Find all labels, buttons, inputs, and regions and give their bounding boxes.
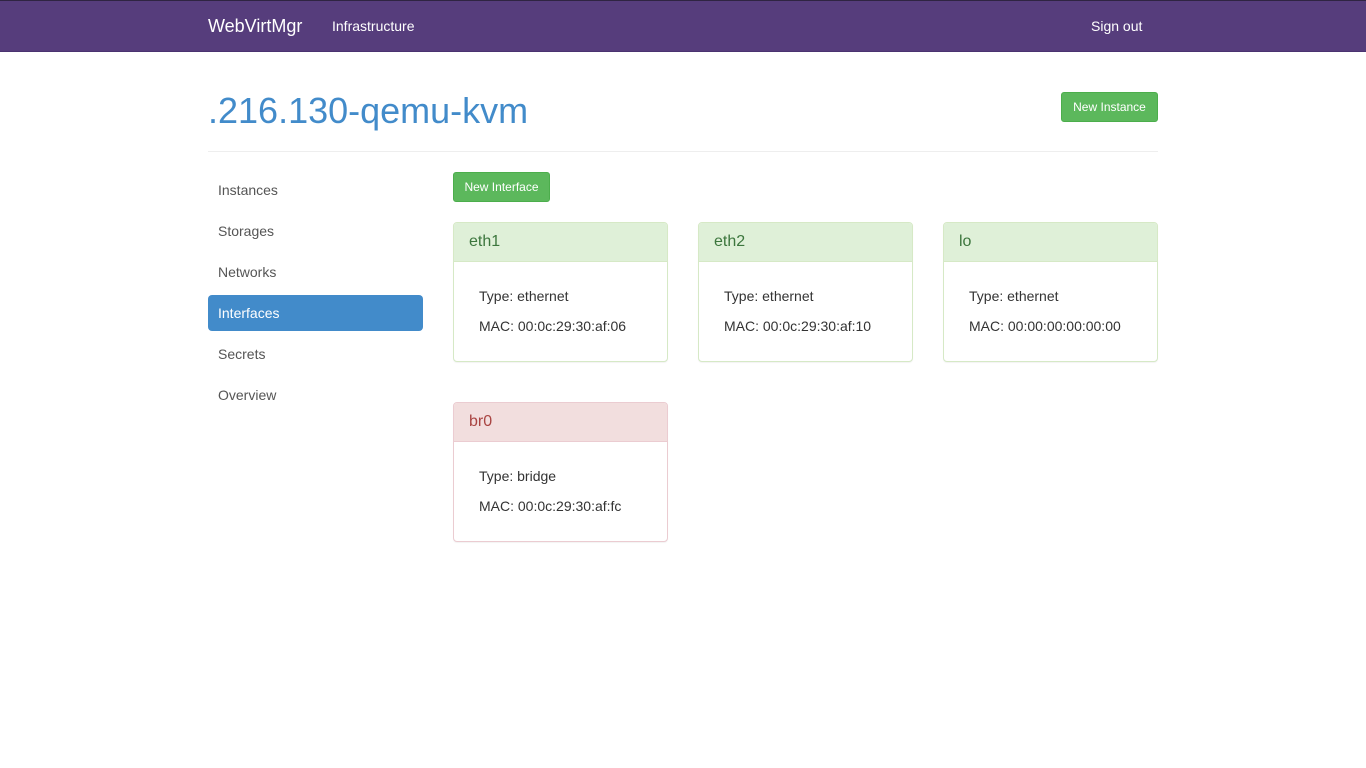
sidebar-item-interfaces[interactable]: Interfaces	[208, 295, 423, 331]
sidebar-item-networks[interactable]: Networks	[208, 254, 423, 290]
interface-type-value: ethernet	[1007, 288, 1059, 304]
interface-name-link[interactable]: eth1	[454, 223, 667, 262]
sign-out-link[interactable]: Sign out	[1091, 18, 1142, 34]
top-navbar: WebVirtMgr Infrastructure Sign out	[0, 0, 1366, 52]
interface-mac-label: MAC:	[724, 318, 759, 334]
interface-type-label: Type:	[724, 288, 759, 304]
interface-name-link[interactable]: br0	[454, 403, 667, 442]
interface-type-label: Type:	[479, 468, 514, 484]
interface-type-label: Type:	[969, 288, 1004, 304]
interface-type: Type: ethernet	[969, 288, 1157, 318]
sidebar-item-overview[interactable]: Overview	[208, 377, 423, 413]
interface-type: Type: ethernet	[479, 288, 667, 318]
interface-type-label: Type:	[479, 288, 514, 304]
new-interface-button[interactable]: New Interface	[453, 172, 550, 202]
new-instance-button[interactable]: New Instance	[1061, 92, 1158, 122]
interface-mac: MAC: 00:0c:29:30:af:06	[479, 318, 667, 348]
interface-type-value: ethernet	[762, 288, 814, 304]
interface-type: Type: ethernet	[724, 288, 912, 318]
interface-name-link[interactable]: eth2	[699, 223, 912, 262]
sidebar-item-storages[interactable]: Storages	[208, 213, 423, 249]
interface-name-link[interactable]: lo	[944, 223, 1157, 262]
interface-mac-value: 00:0c:29:30:af:10	[762, 318, 872, 334]
interface-mac-value: 00:0c:29:30:af:06	[517, 318, 627, 334]
interface-panel-eth1: eth1 Type: ethernet MAC: 00:0c:29:30:af:…	[453, 222, 668, 362]
interface-mac: MAC: 00:0c:29:30:af:fc	[479, 498, 667, 528]
page-title: .216.130-qemu-kvm	[208, 90, 529, 131]
header-divider	[208, 151, 1158, 152]
interface-mac-label: MAC:	[479, 498, 514, 514]
interface-mac-label: MAC:	[479, 318, 514, 334]
interface-type: Type: bridge	[479, 468, 667, 498]
interface-panel-br0: br0 Type: bridge MAC: 00:0c:29:30:af:fc	[453, 402, 668, 542]
sidebar-item-secrets[interactable]: Secrets	[208, 336, 423, 372]
nav-infrastructure-link[interactable]: Infrastructure	[332, 18, 414, 34]
brand-link[interactable]: WebVirtMgr	[208, 16, 302, 37]
sidebar-nav: Instances Storages Networks Interfaces S…	[208, 172, 423, 418]
interface-type-value: ethernet	[517, 288, 569, 304]
interface-mac: MAC: 00:00:00:00:00:00	[969, 318, 1157, 348]
interface-mac-label: MAC:	[969, 318, 1004, 334]
interface-mac: MAC: 00:0c:29:30:af:10	[724, 318, 912, 348]
interface-type-value: bridge	[517, 468, 557, 484]
sidebar-item-instances[interactable]: Instances	[208, 172, 423, 208]
interface-mac-value: 00:00:00:00:00:00	[1007, 318, 1121, 334]
interface-panel-lo: lo Type: ethernet MAC: 00:00:00:00:00:00	[943, 222, 1158, 362]
interface-panel-eth2: eth2 Type: ethernet MAC: 00:0c:29:30:af:…	[698, 222, 913, 362]
interface-mac-value: 00:0c:29:30:af:fc	[517, 498, 622, 514]
